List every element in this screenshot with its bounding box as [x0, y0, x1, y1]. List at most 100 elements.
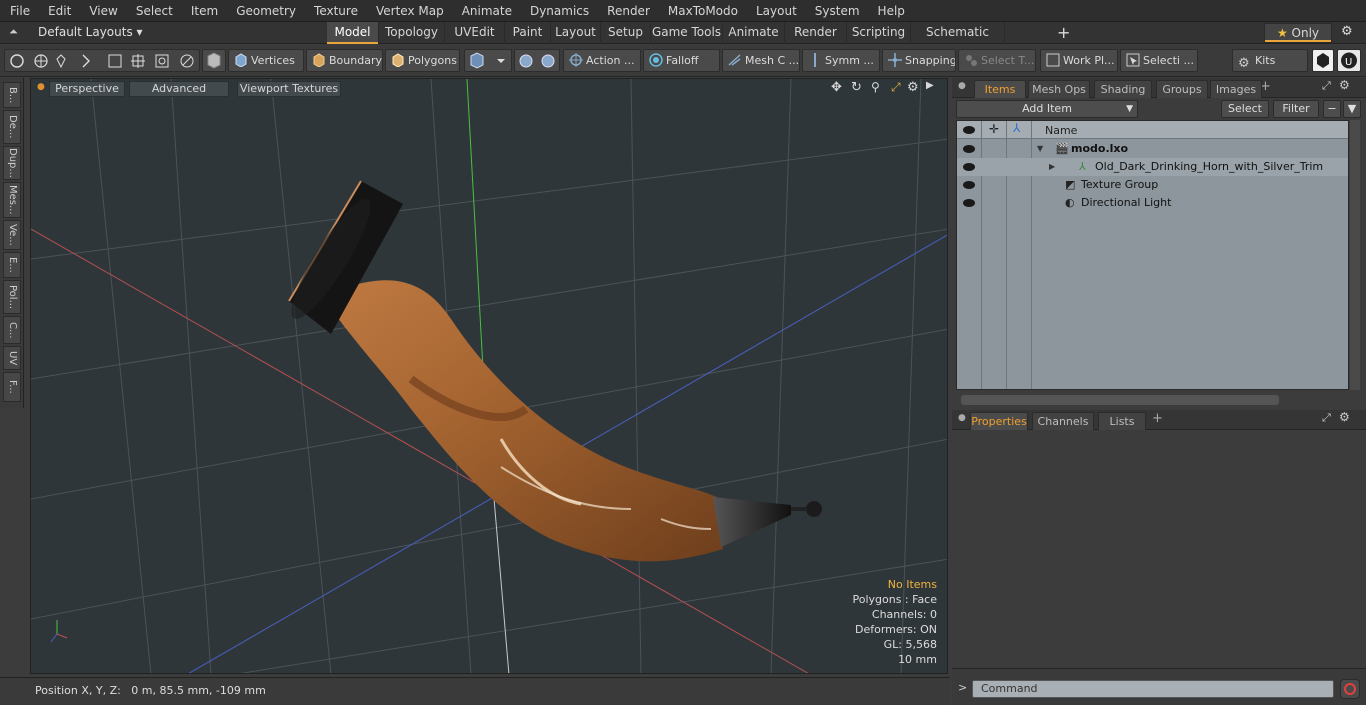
viewport-scene[interactable]	[31, 79, 948, 674]
list-item[interactable]: ◐ Directional Light	[957, 194, 1348, 212]
menu-item-help[interactable]: Help	[868, 0, 913, 22]
layout-tab-schematic-fusion[interactable]: Schematic Fusion	[911, 22, 1005, 60]
menu-item-item[interactable]: Item	[181, 0, 226, 22]
select-through-button[interactable]: Select T...	[958, 49, 1036, 72]
menu-item-system[interactable]: System	[805, 0, 868, 22]
menu-item-view[interactable]: View	[79, 0, 125, 22]
symmetry-view-buttons[interactable]	[514, 49, 560, 72]
menu-item-maxtomodo[interactable]: MaxToModo	[658, 0, 746, 22]
menu-item-render[interactable]: Render	[597, 0, 658, 22]
boundary-button[interactable]: Boundary	[306, 49, 383, 72]
name-column-header[interactable]: Name	[1045, 124, 1077, 137]
layout-tab-game-tools[interactable]: Game Tools	[651, 22, 723, 44]
advanced-dropdown[interactable]: Advanced	[129, 81, 229, 97]
3d-viewport[interactable]: ● Perspective Advanced Viewport Textures…	[30, 78, 948, 674]
left-tool-tab[interactable]: De...	[3, 110, 21, 144]
funnel-filter-icon[interactable]: ▼	[1343, 100, 1361, 118]
layout-tab-scripting[interactable]: Scripting	[847, 22, 911, 44]
layout-tab-topology[interactable]: Topology	[379, 22, 445, 44]
selection-mode-icons[interactable]	[5, 50, 200, 71]
tab-shading[interactable]: Shading	[1094, 80, 1152, 98]
gear-icon[interactable]: ⚙	[1341, 24, 1353, 39]
left-tool-tab[interactable]: C...	[3, 316, 21, 344]
tab-items[interactable]: Items	[974, 80, 1026, 98]
add-layout-tab-button[interactable]: +	[1057, 22, 1070, 43]
menu-item-geometry[interactable]: Geometry	[226, 0, 304, 22]
unity-icon[interactable]	[1312, 49, 1334, 72]
record-button[interactable]	[1340, 679, 1360, 699]
visibility-eye-icon[interactable]	[963, 181, 975, 189]
symmetry-button[interactable]: Symm ...	[802, 49, 880, 72]
items-horizontal-scrollbar[interactable]	[961, 395, 1279, 405]
layout-up-icon[interactable]: ⏶	[9, 25, 18, 39]
maximize-view-icon[interactable]: ⤢	[891, 80, 901, 95]
visibility-eye-icon[interactable]	[963, 145, 975, 153]
zoom-view-icon[interactable]: ⚲	[871, 80, 880, 94]
left-tool-tab[interactable]: Ve...	[3, 220, 21, 250]
mesh-constraint-button[interactable]: Mesh C ...	[722, 49, 800, 72]
layout-tab-setup[interactable]: Setup	[601, 22, 651, 44]
tab-groups[interactable]: Groups	[1156, 80, 1208, 98]
menu-item-file[interactable]: File	[0, 0, 38, 22]
left-tool-tab[interactable]: F...	[3, 372, 21, 402]
unreal-icon[interactable]: U	[1337, 49, 1361, 72]
tab-images[interactable]: Images	[1210, 80, 1262, 98]
panel-gear-icon[interactable]: ⚙	[1339, 78, 1350, 92]
selection-sets-button[interactable]: Selecti ...	[1120, 49, 1198, 72]
layout-tab-uvedit[interactable]: UVEdit	[445, 22, 505, 44]
left-tool-tab[interactable]: Pol...	[3, 280, 21, 314]
select-button[interactable]: Select	[1221, 100, 1269, 118]
menu-item-vertex-map[interactable]: Vertex Map	[366, 0, 452, 22]
items-vertical-scrollbar[interactable]	[1350, 120, 1360, 390]
work-plane-button[interactable]: Work Pl...	[1040, 49, 1118, 72]
viewport-expand-icon[interactable]: ▶	[926, 80, 934, 91]
panel-maximize-icon[interactable]: ⤢	[1322, 79, 1331, 93]
menu-item-animate[interactable]: Animate	[452, 0, 520, 22]
left-tool-tab[interactable]: Mes...	[3, 182, 21, 218]
left-tool-tab[interactable]: B...	[3, 82, 21, 108]
layout-tab-model[interactable]: Model	[327, 22, 379, 44]
rotate-view-icon[interactable]: ↻	[851, 80, 862, 95]
menu-item-texture[interactable]: Texture	[304, 0, 366, 22]
menu-item-layout[interactable]: Layout	[746, 0, 805, 22]
visibility-eye-icon[interactable]	[963, 199, 975, 207]
add-item-dropdown[interactable]: Add Item ▼	[956, 100, 1138, 118]
falloff-button[interactable]: Falloff	[643, 49, 720, 72]
tab-mesh-ops[interactable]: Mesh Ops	[1028, 80, 1090, 98]
item-mode-button[interactable]	[202, 49, 226, 72]
layout-preset-dropdown[interactable]: Default Layouts ▾	[38, 25, 143, 39]
snapping-button[interactable]: Snapping	[882, 49, 956, 72]
menu-item-dynamics[interactable]: Dynamics	[520, 0, 597, 22]
layout-tab-animate[interactable]: Animate	[723, 22, 785, 44]
drinking-horn-model[interactable]	[280, 180, 822, 562]
polygons-button[interactable]: Polygons	[385, 49, 460, 72]
command-input[interactable]: Command	[972, 680, 1334, 698]
visibility-eye-icon[interactable]	[963, 163, 975, 171]
move-view-icon[interactable]: ✥	[831, 80, 842, 95]
vertices-button[interactable]: Vertices	[228, 49, 304, 72]
viewport-settings-icon[interactable]: ⚙	[907, 80, 919, 95]
menu-item-select[interactable]: Select	[126, 0, 181, 22]
left-tool-tab[interactable]: E...	[3, 252, 21, 278]
viewport-textures-dropdown[interactable]: Viewport Textures	[237, 81, 341, 97]
left-tool-tab[interactable]: Dup...	[3, 146, 21, 180]
panel-maximize-icon[interactable]: ⤢	[1322, 411, 1331, 425]
layout-tab-paint[interactable]: Paint	[505, 22, 551, 44]
only-toggle[interactable]: ★ Only	[1264, 23, 1332, 43]
list-item[interactable]: ◩ Texture Group	[957, 176, 1348, 194]
collapse-arrow-icon[interactable]: ▼	[1037, 140, 1043, 158]
kits-button[interactable]: ⚙ Kits	[1232, 49, 1308, 72]
list-item[interactable]: ▶ ⅄ Old_Dark_Drinking_Horn_with_Silver_Tri…	[957, 158, 1348, 176]
left-tool-tab[interactable]: UV	[3, 346, 21, 370]
panel-gear-icon[interactable]: ⚙	[1339, 410, 1350, 424]
items-list[interactable]: ✛ ⅄ Name ▼ 🎬 modo.lxo ▶ ⅄ Old_Dark_Drinking_H…	[956, 120, 1349, 405]
tab-lists[interactable]: Lists	[1098, 412, 1146, 430]
expand-arrow-icon[interactable]: ▶	[1049, 158, 1055, 176]
material-mode-button[interactable]	[464, 49, 512, 72]
action-center-button[interactable]: Action ...	[563, 49, 641, 72]
list-item[interactable]: ▼ 🎬 modo.lxo	[957, 140, 1348, 158]
tab-channels[interactable]: Channels	[1032, 412, 1094, 430]
tab-properties[interactable]: Properties	[970, 412, 1028, 430]
filter-button[interactable]: Filter	[1273, 100, 1319, 118]
layout-tab-layout[interactable]: Layout	[551, 22, 601, 44]
